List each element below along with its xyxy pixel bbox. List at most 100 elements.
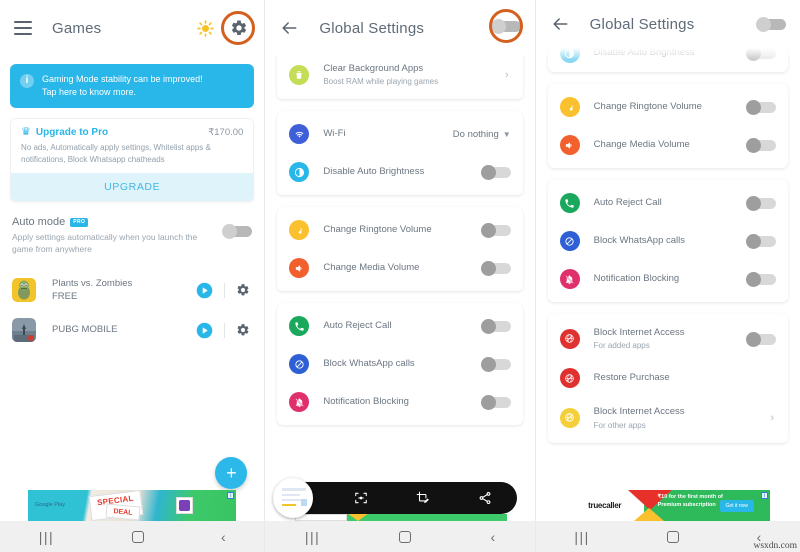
card-volume: Change Ringtone Volume Change Media Volu… <box>547 84 789 168</box>
google-play-ad-banner[interactable]: Google Play SPECIAL DEAL i <box>28 490 237 521</box>
row-change-ringtone-volume[interactable]: Change Ringtone Volume <box>277 211 522 249</box>
toggle-change-media-volume[interactable] <box>480 261 511 277</box>
home-icon[interactable] <box>399 530 412 543</box>
wifi-value: Do nothing <box>452 128 499 140</box>
panel-global-settings-scrolled: Global Settings Disable Auto Brightness <box>535 0 800 552</box>
card-calls-notifications: Auto Reject Call Block WhatsApp calls No… <box>277 303 523 426</box>
gear-icon[interactable] <box>236 323 250 337</box>
toggle-block-whatsapp-calls[interactable] <box>480 357 511 373</box>
gear-icon[interactable] <box>236 283 250 297</box>
row-disable-auto-brightness[interactable]: Disable Auto Brightness <box>277 153 522 191</box>
row-auto-reject-call[interactable]: Auto Reject Call <box>548 184 788 222</box>
auto-mode-toggle[interactable] <box>222 224 253 240</box>
partial-ad-strip <box>295 513 507 521</box>
list-item[interactable]: Plants vs. Zombies FREE <box>10 270 254 312</box>
row-label: Disable Auto Brightness <box>323 165 425 177</box>
phone-reject-icon <box>289 316 310 337</box>
row-block-whatsapp-calls[interactable]: Block WhatsApp calls <box>548 222 788 260</box>
master-toggle[interactable] <box>490 18 521 34</box>
android-navbar: ||| ‹ <box>0 521 265 552</box>
android-navbar: ||| ‹ <box>265 521 535 552</box>
chevron-right-icon[interactable]: › <box>770 412 776 424</box>
toggle-notification-blocking[interactable] <box>746 272 777 287</box>
row-block-whatsapp-calls[interactable]: Block WhatsApp calls <box>277 345 522 383</box>
toggle-block-internet-added-apps[interactable] <box>746 331 777 347</box>
row-notification-blocking[interactable]: Notification Blocking <box>277 383 522 421</box>
gaming-mode-banner[interactable]: i Gaming Mode stability can be improved!… <box>10 64 255 109</box>
toggle-notification-blocking[interactable] <box>480 395 511 411</box>
row-restore-purchase[interactable]: Restore Purchase <box>548 359 788 397</box>
block-icon <box>559 231 580 251</box>
page-title: Games <box>52 19 102 37</box>
settings-gear-button[interactable] <box>221 11 256 45</box>
row-change-media-volume[interactable]: Change Media Volume <box>548 126 788 164</box>
row-label: Auto Reject Call <box>593 196 662 208</box>
globe-block-icon <box>559 328 580 349</box>
crop-edit-icon[interactable] <box>416 491 430 505</box>
scroll-capture-icon[interactable] <box>354 491 368 505</box>
play-icon[interactable] <box>196 282 213 299</box>
add-game-fab[interactable]: + <box>215 457 248 489</box>
row-label: Clear Background Apps <box>323 63 424 74</box>
toggle-change-media-volume[interactable] <box>746 138 777 153</box>
pvz-app-icon <box>12 278 36 303</box>
row-block-internet-added-apps[interactable]: Block Internet Access For added apps <box>548 318 788 359</box>
row-clear-background-apps[interactable]: Clear Background Apps Boost RAM while pl… <box>277 54 522 95</box>
recent-apps-icon[interactable]: ||| <box>305 529 320 545</box>
row-block-internet-other-apps[interactable]: Block Internet Access For other apps › <box>548 397 788 438</box>
back-icon[interactable]: ‹ <box>490 529 495 545</box>
row-sublabel: For added apps <box>593 341 650 351</box>
master-toggle[interactable] <box>756 17 787 32</box>
back-arrow-icon[interactable] <box>550 14 570 34</box>
row-change-ringtone-volume[interactable]: Change Ringtone Volume <box>548 88 788 126</box>
auto-mode-description: Apply settings automatically when you la… <box>12 232 198 255</box>
upgrade-button[interactable]: UPGRADE <box>11 173 254 202</box>
banner-line-2: Tap here to know more. <box>42 87 137 98</box>
settings-scroll-area[interactable]: Disable Auto Brightness Change Ringtone … <box>536 48 800 521</box>
wifi-value-select[interactable]: Do nothing ▼ <box>453 129 511 140</box>
list-item[interactable]: PUBG MOBILE <box>10 311 254 349</box>
toggle-disable-auto-brightness[interactable] <box>746 48 777 61</box>
toggle-block-whatsapp-calls[interactable] <box>746 234 777 249</box>
row-change-media-volume[interactable]: Change Media Volume <box>277 249 522 287</box>
back-icon[interactable]: ‹ <box>221 529 226 545</box>
ad-info-icon[interactable]: i <box>761 492 769 499</box>
bell-off-icon <box>559 269 580 289</box>
site-watermark: wsxdn.com <box>753 541 798 551</box>
info-icon: i <box>20 74 34 88</box>
toggle-change-ringtone-volume[interactable] <box>746 100 777 115</box>
row-auto-reject-call[interactable]: Auto Reject Call <box>277 307 522 345</box>
toggle-disable-auto-brightness[interactable] <box>480 165 511 181</box>
back-arrow-icon[interactable] <box>279 18 299 38</box>
row-label: Change Media Volume <box>593 138 690 150</box>
home-icon[interactable] <box>131 530 144 543</box>
toggle-auto-reject-call[interactable] <box>746 196 777 211</box>
screenshot-toolbar <box>273 478 517 518</box>
globe-block-icon <box>559 368 580 389</box>
wifi-icon <box>289 124 310 145</box>
hamburger-menu-icon[interactable] <box>14 21 32 35</box>
ad-app-thumb <box>176 497 193 514</box>
game-title: PUBG MOBILE <box>52 324 118 336</box>
row-wifi[interactable]: Wi-Fi Do nothing ▼ <box>277 115 522 153</box>
row-label: Block Internet Access <box>593 327 685 338</box>
screenshot-thumbnail[interactable] <box>273 478 314 518</box>
row-label: Block Internet Access <box>593 406 685 418</box>
gear-icon[interactable] <box>230 19 248 37</box>
row-disable-auto-brightness[interactable]: Disable Auto Brightness <box>548 48 788 72</box>
ad-info-icon[interactable]: i <box>227 492 235 499</box>
divider <box>224 322 226 338</box>
ad-cta-button[interactable]: Get it now <box>719 500 755 512</box>
chevron-right-icon[interactable]: › <box>505 69 511 81</box>
truecaller-ad-banner[interactable]: truecaller ₹10 for the first month of Pr… <box>565 490 771 521</box>
settings-scroll-area[interactable]: Clear Background Apps Boost RAM while pl… <box>265 50 534 521</box>
toggle-auto-reject-call[interactable] <box>480 319 511 335</box>
play-icon[interactable] <box>196 322 213 339</box>
recent-apps-icon[interactable]: ||| <box>574 529 589 545</box>
toggle-change-ringtone-volume[interactable] <box>480 223 511 239</box>
row-notification-blocking[interactable]: Notification Blocking <box>548 260 788 298</box>
share-icon[interactable] <box>478 491 492 505</box>
home-icon[interactable] <box>667 530 680 543</box>
sun-icon[interactable] <box>197 19 215 37</box>
recent-apps-icon[interactable]: ||| <box>39 529 54 545</box>
